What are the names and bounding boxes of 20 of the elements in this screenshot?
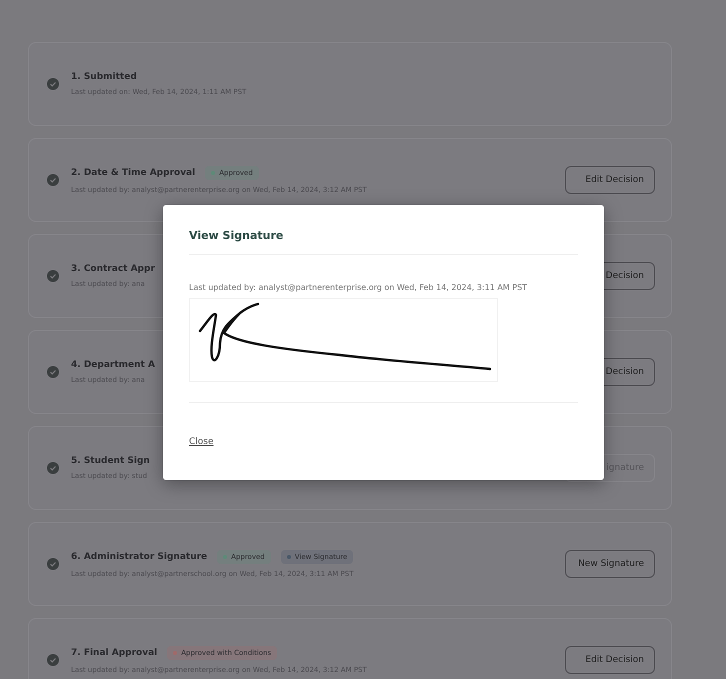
signature-info: Last updated by: analyst@partnerenterprise.org on Wed, Feb 14, 2024, 3:11 AM PST <box>189 283 528 292</box>
check-icon <box>47 174 59 186</box>
check-icon <box>47 366 59 378</box>
step-title: 3. Contract Appr <box>71 264 155 274</box>
action-button[interactable]: Edit Decision <box>565 166 655 194</box>
modal-title: View Signature <box>189 205 578 255</box>
check-icon <box>47 558 59 570</box>
step-title: 6. Administrator Signature <box>71 552 208 562</box>
step-title: 1. Submitted <box>71 72 137 82</box>
check-icon <box>47 270 59 282</box>
action-button[interactable]: Edit Decision <box>565 646 655 674</box>
step-title: 5. Student Sign <box>71 456 150 466</box>
close-link[interactable]: Close <box>189 437 214 447</box>
check-icon <box>47 654 59 666</box>
step-title: 7. Final Approval <box>71 648 158 658</box>
check-icon <box>47 78 59 90</box>
step-title: 4. Department A <box>71 360 155 370</box>
action-button[interactable]: New Signature <box>565 550 655 578</box>
step-title: 2. Date & Time Approval <box>71 168 196 178</box>
check-icon <box>47 462 59 474</box>
